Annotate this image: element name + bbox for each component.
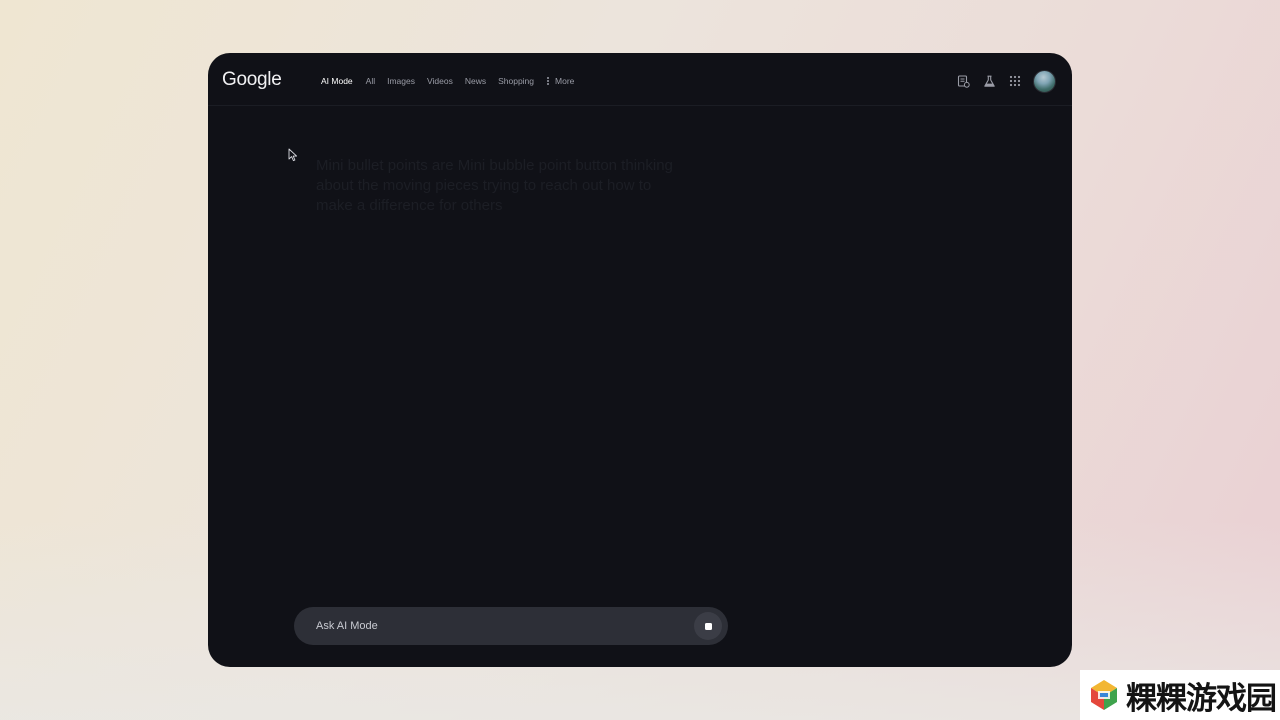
watermark-logo: 粿粿游戏园 [1080, 670, 1280, 720]
header-actions [955, 69, 1056, 93]
search-tabs: AI Mode All Images Videos News Shopping … [321, 74, 574, 88]
google-logo[interactable]: Google [222, 69, 282, 91]
search-history-icon[interactable] [955, 73, 971, 89]
ask-input[interactable]: Ask AI Mode [316, 619, 378, 633]
top-bar: Google AI Mode All Images Videos News Sh… [208, 53, 1072, 106]
tab-more[interactable]: More [546, 74, 574, 88]
browser-window: Google AI Mode All Images Videos News Sh… [208, 53, 1072, 667]
stop-icon [704, 622, 712, 630]
ask-bar[interactable]: Ask AI Mode [294, 607, 728, 645]
apps-grid-icon[interactable] [1007, 73, 1023, 89]
profile-avatar[interactable] [1033, 69, 1056, 93]
watermark-text: 粿粿游戏园 [1126, 680, 1277, 717]
tab-shopping[interactable]: Shopping [498, 74, 534, 88]
ai-response-text: Mini bullet points are Mini bubble point… [316, 157, 673, 214]
tab-ai-mode[interactable]: AI Mode [321, 74, 353, 88]
tab-images[interactable]: Images [387, 74, 415, 88]
mouse-cursor-icon [288, 148, 298, 162]
tab-news[interactable]: News [465, 74, 486, 88]
tab-all[interactable]: All [366, 74, 375, 88]
stop-button[interactable] [694, 612, 722, 640]
tab-videos[interactable]: Videos [427, 74, 453, 88]
vertical-dots-icon [546, 76, 549, 86]
tab-more-label: More [555, 76, 575, 86]
labs-flask-icon[interactable] [981, 73, 997, 89]
watermark-emblem-icon [1091, 680, 1117, 710]
